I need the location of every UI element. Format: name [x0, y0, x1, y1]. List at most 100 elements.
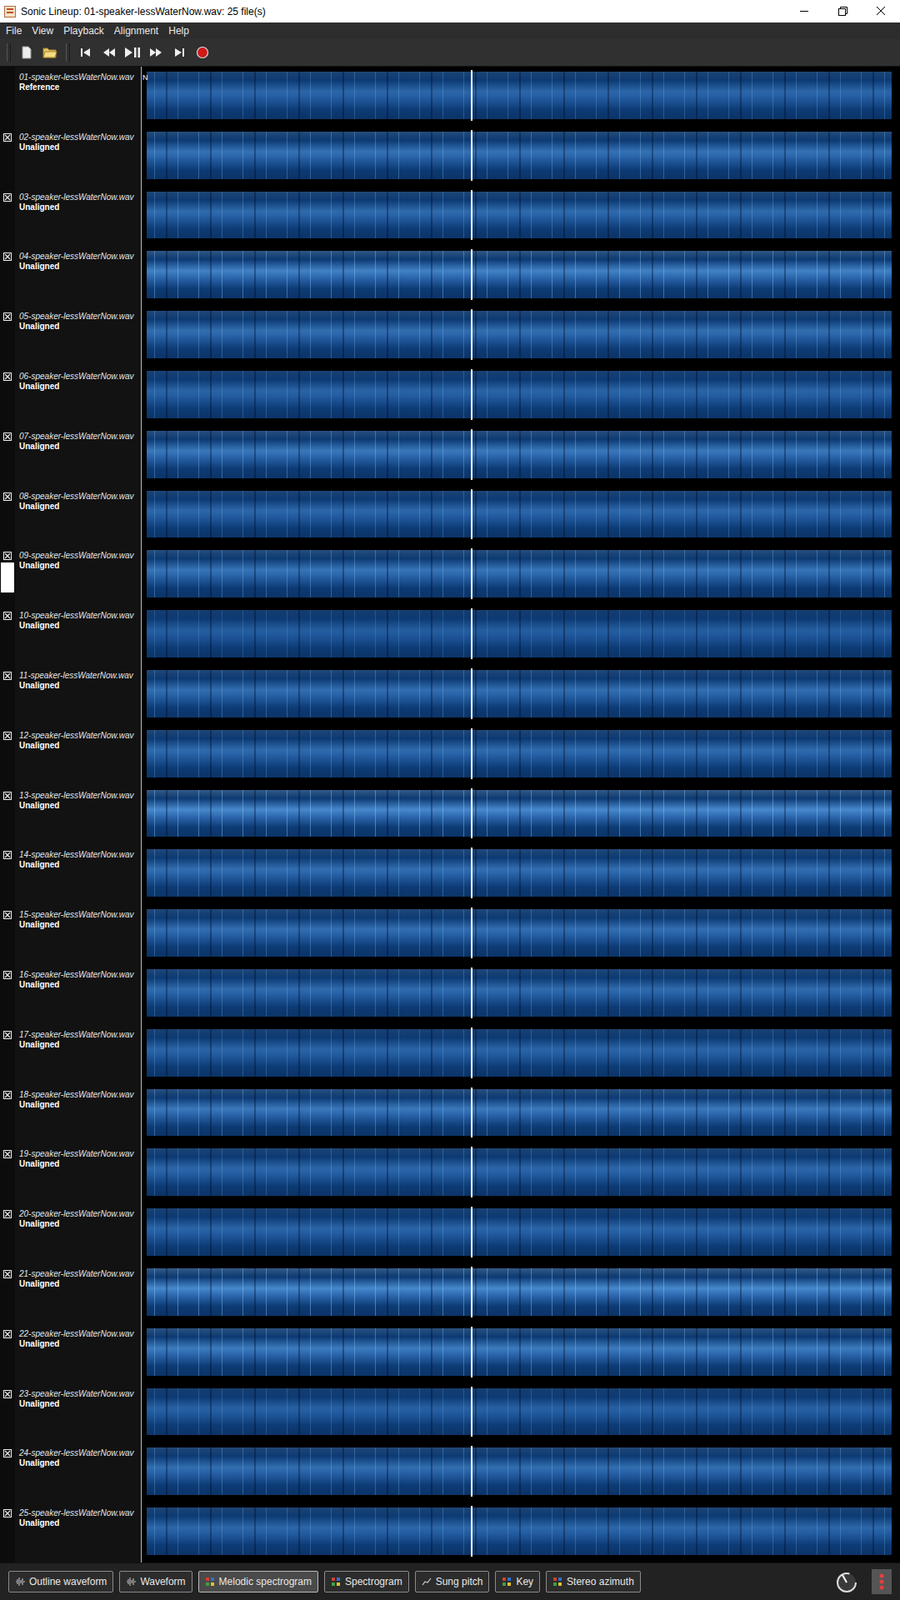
fast-forward-button[interactable] [145, 41, 167, 64]
new-session-button[interactable] [15, 41, 38, 64]
playhead[interactable] [470, 668, 473, 720]
menu-item[interactable]: Playback [59, 24, 109, 38]
close-track-icon[interactable] [3, 432, 12, 441]
more-menu-button[interactable] [871, 1569, 892, 1595]
close-track-icon[interactable] [3, 1509, 12, 1518]
close-track-icon[interactable] [3, 1090, 12, 1100]
playhead[interactable] [470, 1445, 473, 1497]
spectrogram[interactable]: N [146, 71, 892, 120]
view-button[interactable]: Waveform [119, 1570, 192, 1593]
spectrogram[interactable] [146, 550, 892, 598]
close-track-icon[interactable] [3, 1449, 12, 1458]
spectrogram[interactable] [146, 191, 892, 240]
playhead[interactable] [470, 369, 473, 420]
spectrogram[interactable] [146, 370, 892, 419]
spectrogram[interactable] [146, 730, 892, 778]
restore-icon[interactable] [823, 0, 862, 23]
skip-end-button[interactable] [168, 41, 190, 64]
track-label[interactable]: 25-speaker-lessWaterNow.wavUnaligned [15, 1502, 142, 1563]
track-label[interactable]: 13-speaker-lessWaterNow.wavUnaligned [15, 785, 142, 845]
playhead[interactable] [470, 548, 473, 600]
close-track-icon[interactable] [3, 1030, 12, 1040]
spectrogram[interactable] [146, 670, 892, 718]
track-label[interactable]: 24-speaker-lessWaterNow.wavUnaligned [15, 1442, 142, 1503]
view-button[interactable]: Melodic spectrogram [198, 1570, 319, 1593]
track-label[interactable]: 17-speaker-lessWaterNow.wavUnaligned [15, 1024, 142, 1085]
spectrogram[interactable] [146, 1208, 892, 1256]
rewind-start-button[interactable] [75, 41, 97, 64]
open-button[interactable] [39, 41, 61, 64]
playhead[interactable] [470, 788, 473, 840]
spectrogram[interactable] [146, 610, 892, 658]
track-label[interactable]: 05-speaker-lessWaterNow.wavUnaligned [15, 305, 142, 366]
menu-item[interactable]: Alignment [110, 24, 163, 38]
playhead[interactable] [470, 309, 473, 360]
track-label[interactable]: 18-speaker-lessWaterNow.wavUnaligned [15, 1084, 142, 1145]
rewind-button[interactable] [98, 41, 120, 64]
spectrogram[interactable] [146, 1029, 892, 1077]
playhead[interactable] [470, 1505, 473, 1557]
track-label[interactable]: 19-speaker-lessWaterNow.wavUnaligned [15, 1143, 142, 1204]
track-label[interactable]: 09-speaker-lessWaterNow.wavUnaligned [15, 545, 142, 605]
track-label[interactable]: 20-speaker-lessWaterNow.wavUnaligned [15, 1203, 142, 1264]
spectrogram[interactable] [146, 909, 892, 957]
spectrogram[interactable] [146, 490, 892, 539]
track-label[interactable]: 23-speaker-lessWaterNow.wavUnaligned [15, 1383, 142, 1444]
close-track-icon[interactable] [3, 492, 12, 501]
track-label[interactable]: 01-speaker-lessWaterNow.wavReference [15, 66, 142, 127]
playhead[interactable] [470, 429, 473, 480]
playhead[interactable] [470, 190, 473, 241]
track-label[interactable]: 07-speaker-lessWaterNow.wavUnaligned [15, 425, 142, 486]
spectrogram[interactable] [146, 310, 892, 359]
close-track-icon[interactable] [3, 1150, 12, 1159]
spectrogram[interactable] [146, 1447, 892, 1495]
playhead[interactable] [470, 1266, 473, 1318]
track-label[interactable]: 16-speaker-lessWaterNow.wavUnaligned [15, 964, 142, 1025]
track-label[interactable]: 06-speaker-lessWaterNow.wavUnaligned [15, 365, 142, 426]
playhead[interactable] [470, 130, 473, 181]
playhead[interactable] [470, 1027, 473, 1079]
record-button[interactable] [191, 41, 214, 64]
spectrogram[interactable] [146, 790, 892, 838]
spectrogram[interactable] [146, 430, 892, 479]
close-track-icon[interactable] [3, 910, 12, 920]
playhead[interactable] [470, 967, 473, 1019]
track-label[interactable]: 10-speaker-lessWaterNow.wavUnaligned [15, 605, 142, 665]
track-label[interactable]: 04-speaker-lessWaterNow.wavUnaligned [15, 245, 142, 306]
close-track-icon[interactable] [3, 1330, 12, 1339]
close-track-icon[interactable] [3, 312, 12, 321]
spectrogram[interactable] [146, 131, 892, 180]
close-track-icon[interactable] [3, 850, 12, 860]
spectrogram[interactable] [146, 1507, 892, 1555]
close-track-icon[interactable] [3, 1390, 12, 1399]
close-track-icon[interactable] [3, 791, 12, 800]
playhead[interactable] [470, 1386, 473, 1438]
view-button[interactable]: Outline waveform [8, 1570, 114, 1593]
close-track-icon[interactable] [3, 970, 12, 980]
spectrogram[interactable] [146, 1268, 892, 1316]
close-track-icon[interactable] [3, 1210, 12, 1219]
spectrogram[interactable] [146, 849, 892, 897]
menu-item[interactable]: File [1, 24, 26, 38]
track-label[interactable]: 14-speaker-lessWaterNow.wavUnaligned [15, 844, 142, 905]
menu-item[interactable]: Help [164, 24, 194, 38]
playhead[interactable] [470, 1146, 473, 1198]
playhead[interactable] [470, 249, 473, 300]
track-label[interactable]: 15-speaker-lessWaterNow.wavUnaligned [15, 904, 142, 965]
playhead[interactable] [470, 1087, 473, 1139]
close-track-icon[interactable] [3, 551, 12, 560]
playhead[interactable] [470, 70, 473, 121]
view-button[interactable]: Spectrogram [324, 1570, 410, 1593]
minimize-icon[interactable] [785, 0, 824, 23]
spectrogram[interactable] [146, 250, 892, 299]
close-track-icon[interactable] [3, 611, 12, 620]
view-button[interactable]: Key [495, 1570, 540, 1593]
close-track-icon[interactable] [3, 252, 12, 261]
track-label[interactable]: 08-speaker-lessWaterNow.wavUnaligned [15, 485, 142, 546]
play-pause-button[interactable] [121, 41, 144, 64]
track-label[interactable]: 22-speaker-lessWaterNow.wavUnaligned [15, 1323, 142, 1384]
close-track-icon[interactable] [3, 731, 12, 740]
menu-item[interactable]: View [27, 24, 58, 38]
playhead[interactable] [470, 608, 473, 660]
track-label[interactable]: 03-speaker-lessWaterNow.wavUnaligned [15, 186, 142, 247]
